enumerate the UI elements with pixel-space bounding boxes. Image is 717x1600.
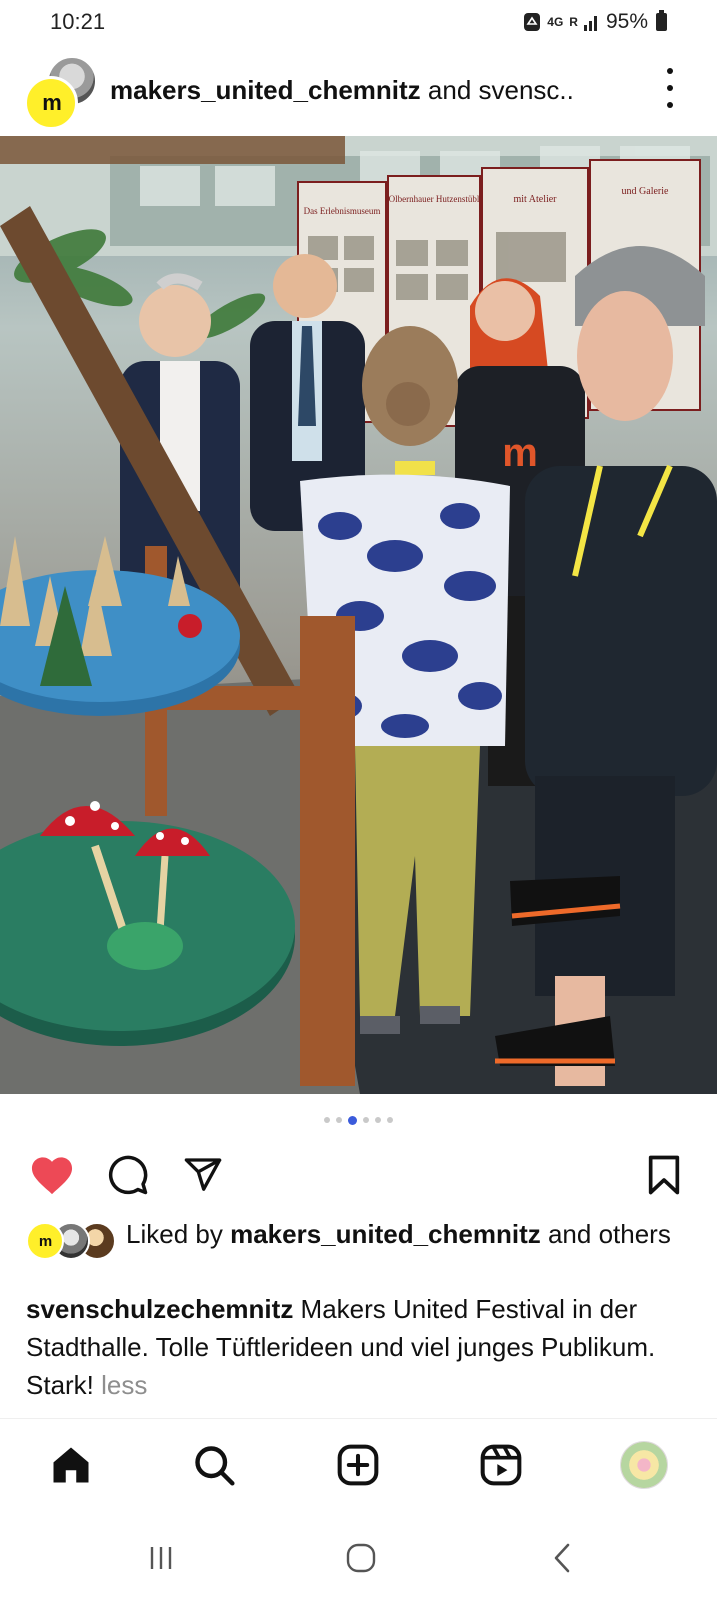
post-photo-illustration: Das Erlebnismuseum Olbernhauer Hutzenstü… (0, 136, 717, 1094)
carousel-dot (336, 1117, 342, 1123)
caption-username[interactable]: svenschulzechemnitz (26, 1294, 293, 1324)
liker-username[interactable]: makers_united_chemnitz (230, 1219, 541, 1249)
likes-text: Liked by makers_united_chemnitz and othe… (126, 1218, 671, 1250)
status-bar: 10:21 4G R 95% (0, 0, 717, 44)
recycle-notification-icon (524, 13, 541, 31)
likes-row[interactable]: m Liked by makers_united_chemnitz and ot… (26, 1218, 696, 1288)
system-nav-bar (0, 1510, 717, 1600)
author-collab-text: and svensc.. (420, 74, 574, 105)
carousel-dot-active (348, 1115, 357, 1125)
add-post-icon (337, 1444, 379, 1486)
status-icons: 4G R 95% (523, 10, 667, 34)
nav-create[interactable] (334, 1441, 382, 1489)
author-username[interactable]: makers_united_chemnitz (110, 75, 421, 105)
nav-home[interactable] (47, 1441, 95, 1489)
board-sign-3: mit Atelier (513, 194, 557, 205)
share-button[interactable] (178, 1150, 228, 1200)
back-button[interactable] (542, 1538, 582, 1578)
comment-icon (108, 1155, 148, 1195)
battery-percentage: 95% (605, 10, 648, 33)
more-options-icon[interactable] (663, 68, 677, 108)
network-type: 4G (547, 15, 564, 29)
board-sign-2: Olbernhauer Hutzenstübl (389, 194, 480, 204)
caption-less-link[interactable]: less (94, 1370, 147, 1400)
nav-search[interactable] (190, 1441, 238, 1489)
post-caption: svenschulzechemnitz Makers United Festiv… (26, 1290, 696, 1404)
likes-suffix: and others (540, 1219, 671, 1249)
bookmark-icon (648, 1155, 680, 1195)
heart-icon (31, 1157, 73, 1195)
send-icon (184, 1158, 222, 1191)
post-header: m makers_united_chemnitz and svensc.. (0, 52, 717, 130)
carousel-dot (375, 1117, 381, 1123)
board-sign-1: Das Erlebnismuseum (304, 206, 381, 216)
search-icon (195, 1446, 235, 1486)
recent-apps-icon (150, 1547, 172, 1569)
carousel-dot (387, 1117, 393, 1123)
avatar-logo-letter: m (42, 90, 62, 115)
home-system-button[interactable] (341, 1538, 381, 1578)
post-author[interactable]: makers_united_chemnitz and svensc.. (110, 75, 574, 106)
bottom-nav (0, 1418, 717, 1511)
avatar-primary: m (24, 76, 78, 130)
reels-icon (480, 1444, 522, 1486)
liker-avatar-letter: m (38, 1232, 52, 1250)
profile-avatar (620, 1441, 668, 1489)
liker-avatar: m (26, 1222, 64, 1260)
home-icon (53, 1447, 89, 1483)
recent-apps-button[interactable] (141, 1538, 181, 1578)
home-circle-icon (346, 1543, 376, 1573)
roaming-indicator: R (569, 15, 578, 29)
svg-text:m: m (502, 431, 538, 475)
nav-reels[interactable] (477, 1441, 525, 1489)
carousel-dot (363, 1117, 369, 1123)
post-image[interactable]: Das Erlebnismuseum Olbernhauer Hutzenstü… (0, 136, 717, 1094)
nav-profile[interactable] (620, 1441, 668, 1489)
battery-icon (656, 10, 667, 31)
save-button[interactable] (639, 1150, 689, 1200)
signal-icon (583, 16, 597, 31)
carousel-indicator (0, 1114, 717, 1126)
post-actions (0, 1150, 717, 1200)
likes-prefix: Liked by (126, 1219, 231, 1249)
comment-button[interactable] (103, 1150, 153, 1200)
like-button[interactable] (27, 1150, 77, 1200)
collab-avatars[interactable]: m (22, 54, 100, 130)
liker-avatars: m (26, 1222, 118, 1262)
board-sign-4: und Galerie (622, 186, 669, 197)
back-chevron-icon (554, 1543, 570, 1573)
status-time: 10:21 (50, 9, 106, 34)
carousel-dot (324, 1117, 330, 1123)
